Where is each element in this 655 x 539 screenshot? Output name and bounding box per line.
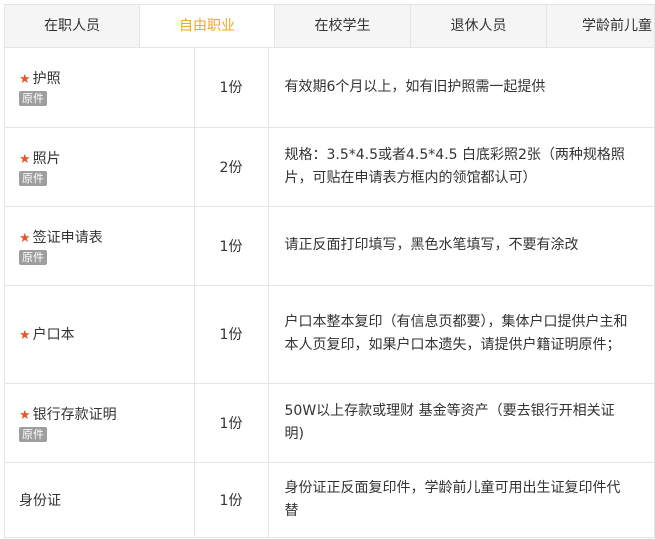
required-star-icon: ★: [19, 230, 31, 246]
required-star-icon: ★: [19, 328, 31, 343]
material-name-cell: ★ 签证申请表 原件: [5, 206, 195, 286]
table-row: ★ 户口本 1份 户口本整本复印（有信息页都要），集体户口提供户主和本人页复印，如…: [5, 285, 654, 384]
material-name: 照片: [32, 150, 61, 167]
table-row: ★ 签证申请表 原件 1份 请正反面打印填写，黑色水笔填写，不要有涂改: [5, 206, 654, 286]
description-cell: 身份证正反面复印件，学龄前儿童可用出生证复印件代替: [268, 462, 654, 537]
quantity-cell: 2份: [194, 127, 269, 207]
material-name: 签证申请表: [32, 229, 103, 246]
table-row: ★ 照片 原件 2份 规格：3.5*4.5或者4.5*4.5 白底彩照2张（两种规…: [5, 127, 654, 207]
material-name-cell: ★ 护照 原件: [5, 48, 195, 128]
material-name-cell: 身份证: [5, 462, 195, 537]
description-cell: 有效期6个月以上，如有旧护照需一起提供: [268, 48, 654, 128]
table-row: ★ 护照 原件 1份 有效期6个月以上，如有旧护照需一起提供: [5, 48, 654, 128]
material-name: 户口本: [32, 327, 75, 343]
tab-student[interactable]: 在校学生: [275, 5, 411, 47]
material-name-cell: ★ 银行存款证明 原件: [5, 383, 195, 463]
tab-employed[interactable]: 在职人员: [5, 5, 140, 47]
description-cell: 请正反面打印填写，黑色水笔填写，不要有涂改: [268, 206, 654, 286]
description-cell: 规格：3.5*4.5或者4.5*4.5 白底彩照2张（两种规格照片，可贴在申请表…: [268, 127, 654, 207]
applicant-type-tabs: 在职人员 自由职业 在校学生 退休人员 学龄前儿童: [5, 5, 654, 48]
materials-table: ★ 护照 原件 1份 有效期6个月以上，如有旧护照需一起提供 ★ 照片 原件 2份 …: [5, 48, 654, 537]
required-star-icon: ★: [19, 72, 31, 88]
tab-retired[interactable]: 退休人员: [411, 5, 547, 47]
table-row: ★ 银行存款证明 原件 1份 50W以上存款或理财 基金等资产（要去银行开相关证明…: [5, 383, 654, 463]
quantity-cell: 1份: [194, 48, 269, 128]
original-badge: 原件: [19, 170, 47, 186]
material-name: 护照: [32, 71, 61, 88]
required-star-icon: ★: [19, 151, 31, 167]
visa-materials-panel: 在职人员 自由职业 在校学生 退休人员 学龄前儿童 ★ 护照 原件 1份 有效期6…: [4, 4, 655, 538]
original-badge: 原件: [19, 91, 47, 107]
quantity-cell: 1份: [194, 285, 269, 384]
quantity-cell: 1份: [194, 383, 269, 463]
original-badge: 原件: [19, 249, 47, 265]
material-name-cell: ★ 照片 原件: [5, 127, 195, 207]
quantity-cell: 1份: [194, 462, 269, 537]
description-cell: 户口本整本复印（有信息页都要），集体户口提供户主和本人页复印，如果户口本遗失，请…: [268, 285, 654, 384]
material-name-cell: ★ 户口本: [5, 285, 195, 384]
required-star-icon: ★: [19, 407, 31, 423]
material-name: 银行存款证明: [32, 406, 117, 423]
tab-preschool-child[interactable]: 学龄前儿童: [547, 5, 654, 47]
description-cell: 50W以上存款或理财 基金等资产（要去银行开相关证明): [268, 383, 654, 463]
tab-freelancer[interactable]: 自由职业: [140, 5, 275, 47]
original-badge: 原件: [19, 426, 47, 442]
quantity-cell: 1份: [194, 206, 269, 286]
table-row: 身份证 1份 身份证正反面复印件，学龄前儿童可用出生证复印件代替: [5, 462, 654, 537]
material-name: 身份证: [19, 493, 61, 509]
